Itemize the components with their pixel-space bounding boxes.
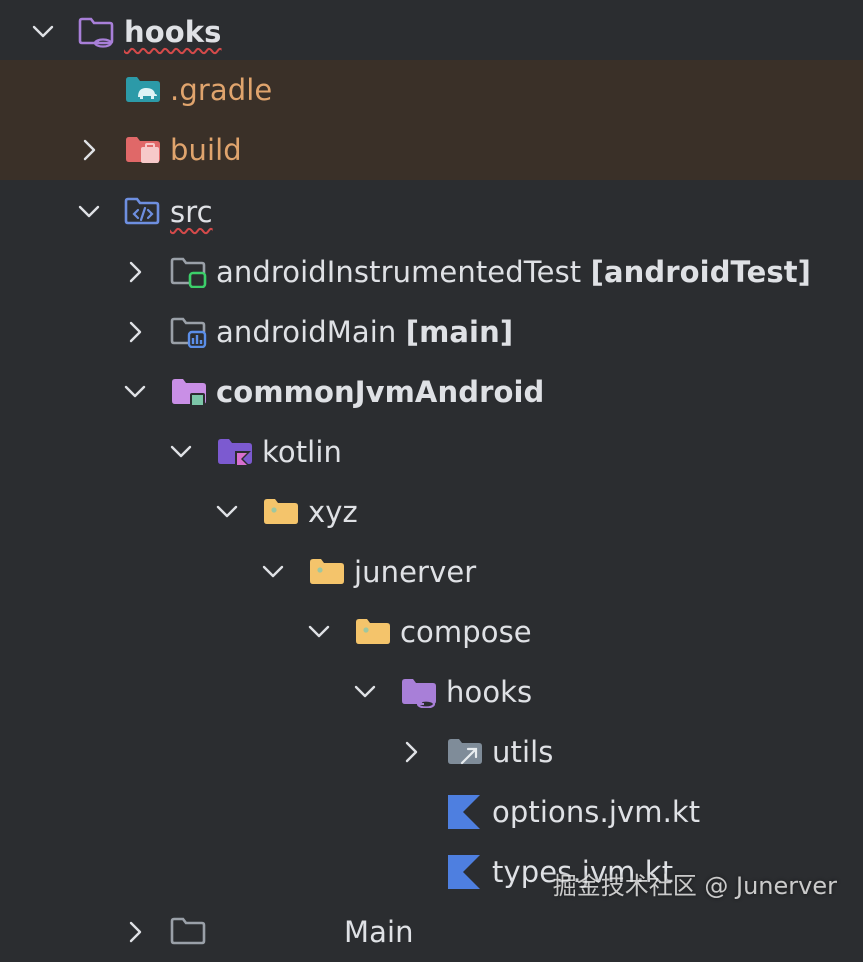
tree-row-kotlin[interactable]: kotlin: [0, 422, 863, 482]
chevron-down-icon[interactable]: [258, 557, 288, 587]
tree-label: xyz: [308, 494, 358, 529]
kotlin-source-root-icon: [216, 436, 254, 468]
tree-row-android-instrumented-test[interactable]: androidInstrumentedTest [androidTest]: [0, 242, 863, 302]
chevron-down-icon[interactable]: [166, 437, 196, 467]
chevron-right-icon[interactable]: [120, 317, 150, 347]
tree-label-name: androidInstrumentedTest: [216, 254, 582, 289]
source-folder-icon: [170, 916, 208, 948]
source-set-tag: [androidTest]: [590, 254, 812, 289]
source-set-folder-icon: [170, 376, 208, 408]
tree-label: kotlin: [262, 434, 342, 469]
tree-row-common-jvm-android[interactable]: commonJvmAndroid: [0, 362, 863, 422]
package-folder-icon: [354, 616, 392, 648]
tree-label: build: [170, 132, 242, 167]
tree-label: Main: [344, 914, 414, 949]
package-folder-icon: [308, 556, 346, 588]
tree-label-name: androidMain: [216, 314, 397, 349]
tree-row-options-file[interactable]: options.jvm.kt: [0, 782, 863, 842]
symlink-folder-icon: [446, 736, 484, 768]
module-package-icon: [400, 676, 438, 709]
tree-label: options.jvm.kt: [492, 794, 701, 829]
tree-row-junerver[interactable]: junerver: [0, 542, 863, 602]
tree-row-partial[interactable]: Main: [0, 902, 863, 962]
test-source-folder-icon: [170, 256, 208, 289]
tree-row-hooks-package[interactable]: hooks: [0, 662, 863, 722]
watermark: 掘金技术社区 @ Junerver: [552, 872, 837, 900]
chevron-right-icon[interactable]: [396, 737, 426, 767]
module-folder-icon: [78, 16, 116, 48]
chevron-down-icon[interactable]: [74, 197, 104, 227]
gradle-folder-icon: [124, 74, 162, 106]
chevron-right-icon[interactable]: [74, 135, 104, 165]
tree-label: .gradle: [170, 72, 273, 107]
kotlin-file-icon: [446, 855, 484, 889]
tree-row-build[interactable]: build: [0, 120, 863, 180]
chevron-down-icon[interactable]: [212, 497, 242, 527]
source-set-tag: [main]: [405, 314, 514, 349]
tree-row-gradle[interactable]: .gradle: [0, 60, 863, 120]
build-folder-icon: [124, 134, 162, 166]
package-folder-icon: [262, 496, 300, 528]
tree-label: src: [170, 194, 213, 229]
tree-row-compose[interactable]: compose: [0, 602, 863, 662]
tree-label: compose: [400, 614, 532, 649]
kotlin-file-icon: [446, 795, 484, 829]
chevron-down-icon[interactable]: [120, 377, 150, 407]
tree-label: hooks: [124, 14, 222, 49]
chevron-right-icon[interactable]: [120, 257, 150, 287]
tree-row-android-main[interactable]: androidMain [main]: [0, 302, 863, 362]
project-tree: hooks .gradle build src androidInstrumen…: [0, 0, 863, 946]
chevron-down-icon[interactable]: [350, 677, 380, 707]
chevron-right-icon[interactable]: [120, 917, 150, 947]
tree-label: commonJvmAndroid: [216, 374, 545, 409]
tree-row-src[interactable]: src: [0, 182, 863, 242]
tree-row-utils[interactable]: utils: [0, 722, 863, 782]
tree-row-xyz[interactable]: xyz: [0, 482, 863, 542]
tree-label: hooks: [446, 674, 533, 709]
source-folder-icon: [124, 196, 162, 228]
main-source-folder-icon: [170, 316, 208, 349]
tree-label: junerver: [354, 554, 477, 589]
chevron-down-icon[interactable]: [28, 17, 58, 47]
tree-label: utils: [492, 734, 554, 769]
tree-label: androidInstrumentedTest [androidTest]: [216, 254, 812, 289]
chevron-down-icon[interactable]: [304, 617, 334, 647]
tree-row-root-hooks[interactable]: hooks: [0, 2, 863, 62]
tree-label: androidMain [main]: [216, 314, 514, 349]
